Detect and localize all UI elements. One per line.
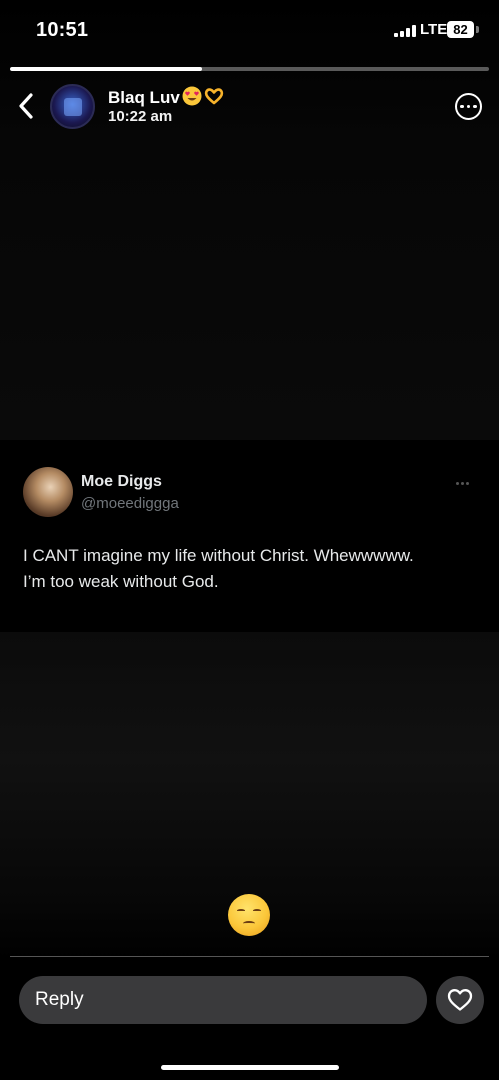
tweet-card: Moe Diggs @moeediggga I CANT imagine my …: [0, 440, 499, 632]
divider: [10, 956, 489, 957]
tweet-handle: @moeediggga: [81, 495, 179, 512]
battery-icon: 82: [447, 21, 474, 38]
author-avatar[interactable]: [50, 84, 95, 129]
battery-tip: [476, 26, 479, 33]
heart-eyes-emoji: [182, 86, 202, 106]
story-timestamp: 10:22 am: [108, 108, 173, 125]
network-type: LTE: [420, 21, 448, 38]
ellipsis-circle-icon[interactable]: [455, 93, 482, 120]
chevron-left-icon: [19, 93, 33, 119]
like-button[interactable]: [436, 976, 484, 1024]
tweet-text-line: I CANT imagine my life without Christ. W…: [23, 546, 414, 565]
tweet-text: I CANT imagine my life without Christ. W…: [23, 543, 473, 595]
status-time: 10:51: [36, 19, 89, 41]
reply-placeholder: Reply: [35, 989, 84, 1010]
status-bar: 10:51 LTE 82: [0, 0, 499, 60]
author-name-text: Blaq Luv: [108, 88, 180, 107]
tweet-author-avatar: [23, 467, 73, 517]
back-button[interactable]: [12, 90, 40, 122]
heart-icon: [447, 989, 473, 1011]
story-progress-fill: [10, 67, 202, 71]
home-indicator[interactable]: [161, 1065, 339, 1070]
heart-hands-emoji: [204, 88, 223, 105]
pensive-face-emoji: [228, 894, 270, 936]
tweet-more-icon: [456, 482, 469, 485]
tweet-text-line: I’m too weak without God.: [23, 572, 219, 591]
tweet-display-name: Moe Diggs: [81, 473, 162, 490]
reply-input[interactable]: Reply: [19, 976, 427, 1024]
author-name[interactable]: Blaq Luv: [108, 86, 224, 108]
cellular-signal-icon: [394, 25, 416, 37]
story-progress-bar: [10, 67, 489, 71]
story-screen: 10:51 LTE 82 Blaq Luv 10:22 am Moe Diggs…: [0, 0, 499, 1080]
